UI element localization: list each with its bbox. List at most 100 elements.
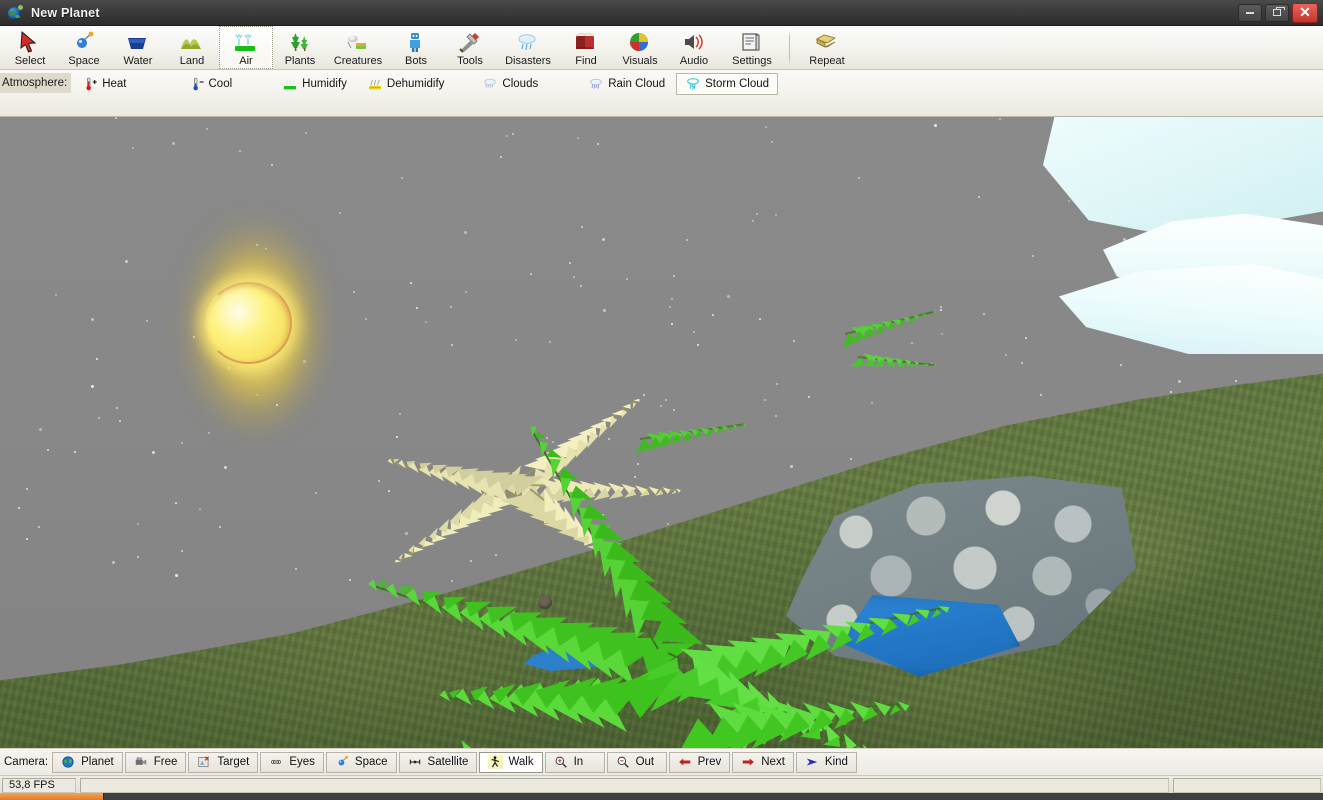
star — [175, 502, 177, 504]
camera-button-walk[interactable]: Walk — [479, 751, 543, 773]
close-button[interactable]: ✕ — [1292, 2, 1318, 23]
camera-button-label: Space — [354, 756, 388, 768]
air-sprinkler-icon — [233, 30, 259, 54]
star — [858, 177, 860, 179]
star — [671, 298, 673, 300]
camera-button-out[interactable]: Out — [606, 751, 667, 773]
toolbar-button-bots[interactable]: Bots — [389, 26, 443, 69]
star — [315, 492, 317, 494]
target-photo-icon — [197, 755, 212, 769]
toolbar-button-water[interactable]: Water — [111, 26, 165, 69]
atmosphere-button-heat[interactable]: Heat — [73, 73, 135, 95]
toolbar-button-label: Select — [14, 55, 46, 67]
star — [643, 394, 645, 396]
toolbar-button-audio[interactable]: Audio — [667, 26, 721, 69]
toolbar-button-find[interactable]: Find — [559, 26, 613, 69]
toolbar-separator — [789, 30, 790, 65]
star — [759, 318, 761, 320]
eyes-icon — [269, 755, 284, 769]
star — [74, 451, 76, 453]
arrow-left-icon — [678, 755, 693, 769]
star — [765, 126, 767, 128]
atmosphere-button-storm-cloud[interactable]: Storm Cloud — [676, 73, 779, 95]
star — [181, 550, 183, 552]
camera-button-satellite[interactable]: Satellite — [398, 751, 478, 773]
humidify-icon — [282, 76, 298, 92]
star — [1021, 362, 1023, 364]
toolbar-button-label: Visuals — [622, 55, 658, 67]
toolbar-button-disasters[interactable]: Disasters — [497, 26, 559, 69]
camera-button-free[interactable]: Free — [124, 751, 187, 773]
fern-leaflet — [633, 398, 640, 403]
star — [552, 441, 554, 443]
camera-button-kind[interactable]: Kind — [795, 751, 857, 773]
trees-icon — [287, 30, 313, 54]
toolbar-button-plants[interactable]: Plants — [273, 26, 327, 69]
camera-button-prev[interactable]: Prev — [668, 751, 731, 773]
atmosphere-button-clouds[interactable]: Clouds — [473, 73, 547, 95]
robot-icon — [403, 30, 429, 54]
camera-button-planet[interactable]: Planet — [52, 751, 123, 773]
camera-button-target[interactable]: Target — [188, 751, 259, 773]
star — [405, 532, 408, 535]
status-bar: 53,8 FPS — [0, 775, 1323, 793]
star — [626, 278, 628, 280]
star — [98, 417, 100, 419]
star — [451, 344, 453, 346]
star — [388, 490, 390, 492]
globe-icon — [7, 4, 23, 21]
scene-viewport[interactable] — [0, 117, 1323, 748]
star — [637, 463, 639, 465]
star — [793, 340, 795, 342]
toolbar-button-settings[interactable]: Settings — [721, 26, 783, 69]
atmosphere-button-dehumidify[interactable]: Dehumidify — [358, 73, 454, 95]
fern-leaflet — [395, 559, 402, 563]
toolbar-button-tools[interactable]: Tools — [443, 26, 497, 69]
taskbar-item-active[interactable] — [0, 793, 104, 800]
star — [546, 437, 548, 439]
toolbar-button-repeat[interactable]: Repeat — [796, 26, 858, 69]
toolbar-button-label: Find — [575, 55, 597, 67]
toolbar-button-label: Audio — [679, 55, 709, 67]
arrow-right-icon — [741, 755, 756, 769]
star — [116, 407, 118, 409]
star — [911, 342, 913, 344]
star — [1025, 337, 1027, 339]
camera-button-eyes[interactable]: Eyes — [260, 751, 324, 773]
toolbar-button-creatures[interactable]: Creatures — [327, 26, 389, 69]
layers-copy-icon — [814, 30, 840, 54]
star — [378, 480, 380, 482]
star — [978, 196, 980, 198]
sun — [155, 177, 355, 477]
star — [940, 309, 942, 311]
star — [712, 314, 714, 316]
toolbar-button-select[interactable]: Select — [3, 26, 57, 69]
star — [365, 318, 367, 320]
toolbar-button-air[interactable]: Air — [219, 26, 273, 69]
toolbar-button-space[interactable]: Space — [57, 26, 111, 69]
camera-button-next[interactable]: Next — [732, 751, 794, 773]
camera-button-space[interactable]: Space — [325, 751, 397, 773]
camera-button-in[interactable]: In — [544, 751, 605, 773]
hills-icon — [179, 30, 205, 54]
atmosphere-button-label: Cool — [208, 78, 233, 90]
atmosphere-toolbar: Atmosphere: Heat Cool Humidify Dehumidify Cl… — [0, 70, 1323, 117]
toolbar-button-land[interactable]: Land — [165, 26, 219, 69]
star — [495, 554, 497, 556]
status-extra — [1173, 777, 1321, 793]
star — [55, 294, 57, 296]
fern-green — [656, 690, 910, 748]
atmosphere-button-cool[interactable]: Cool — [180, 73, 242, 95]
atmosphere-button-humidify[interactable]: Humidify — [273, 73, 356, 95]
star — [26, 538, 28, 540]
atmosphere-button-rain-cloud[interactable]: Rain Cloud — [579, 73, 674, 95]
minimize-button[interactable] — [1238, 3, 1262, 22]
speaker-icon — [681, 30, 707, 54]
star — [416, 307, 418, 309]
star — [295, 568, 297, 570]
toolbar-button-visuals[interactable]: Visuals — [613, 26, 667, 69]
restore-button[interactable] — [1265, 3, 1289, 22]
fern-leaflet — [404, 553, 413, 559]
star — [396, 436, 398, 438]
star — [665, 399, 667, 401]
